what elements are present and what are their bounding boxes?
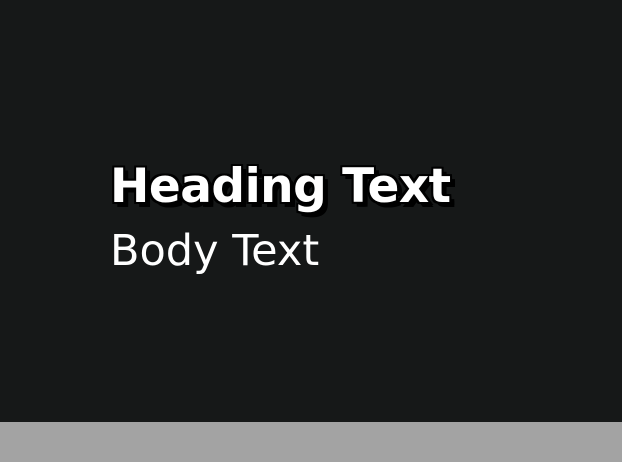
body-text: Body Text — [110, 226, 320, 276]
heading-text: Heading Text — [110, 159, 451, 214]
preview-canvas: Heading Text Body Text — [0, 0, 622, 422]
bottom-bar — [0, 422, 622, 462]
